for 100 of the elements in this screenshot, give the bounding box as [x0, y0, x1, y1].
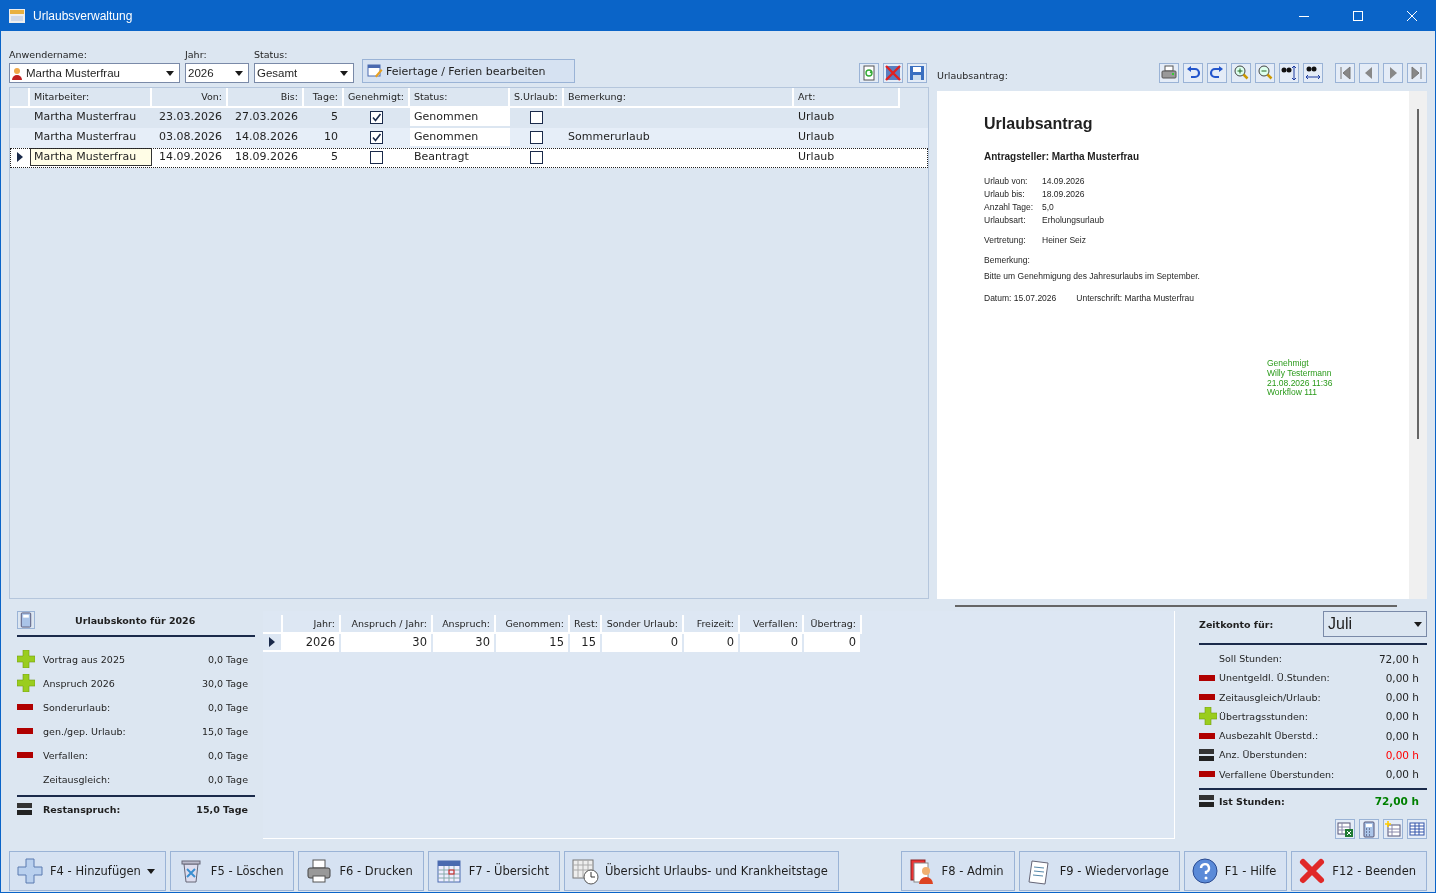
table-row[interactable]: 2026 30 30 15 15 0 0 0 0	[263, 634, 1174, 652]
status-dropdown[interactable]: Gesamt	[254, 63, 354, 83]
table-cell-text: 23.03.2026	[158, 109, 223, 125]
hours-value: 0,00 h	[1385, 729, 1419, 742]
excel-export-button[interactable]	[1335, 819, 1355, 839]
checkbox[interactable]	[369, 110, 383, 124]
app-icon	[9, 9, 25, 23]
table-cell-text: Urlaub	[797, 149, 836, 165]
account-value: 15,0 Tage	[201, 725, 248, 737]
print-button[interactable]	[1159, 63, 1179, 83]
zoom-in-icon	[1232, 64, 1250, 82]
toolbar-button[interactable]: F9 - Wiedervorlage	[1018, 851, 1180, 891]
delete-button[interactable]	[883, 63, 903, 83]
save-button[interactable]	[907, 63, 927, 83]
checkbox[interactable]	[529, 150, 543, 164]
table-cell-text: 5	[330, 109, 339, 125]
table-cell: 15	[570, 634, 602, 652]
refresh-button[interactable]	[859, 63, 879, 83]
checkbox[interactable]	[529, 110, 543, 124]
zoom-out-button[interactable]	[1255, 63, 1275, 83]
remark-text: Bitte um Genehmigung des Jahresurlaubs im September.	[984, 271, 1201, 281]
previous-page-button[interactable]	[1359, 63, 1379, 83]
toolbar-button[interactable]: F1 - Hilfe	[1183, 851, 1288, 891]
field-value: 5,0	[1042, 202, 1055, 212]
month-dropdown[interactable]: Juli	[1323, 611, 1427, 637]
hours-value: 72,00 h	[1374, 795, 1419, 808]
calendar-icon	[434, 857, 463, 885]
approval-stamp-line: 21.08.2026 11:36	[1267, 378, 1334, 388]
undo-button[interactable]	[1183, 63, 1203, 83]
checkbox[interactable]	[529, 130, 543, 144]
checkbox[interactable]	[369, 130, 383, 144]
column-header: Von:	[152, 88, 228, 108]
fit-height-button[interactable]	[1279, 63, 1299, 83]
table-row[interactable]: Martha Musterfrau 03.08.2026 14.08.2026 10 Genommen Sommerurlaub Urlaub	[10, 128, 928, 148]
scrollbar[interactable]	[1417, 109, 1419, 439]
toolbar-button[interactable]: F8 - Admin	[900, 851, 1015, 891]
calculator-button[interactable]	[1359, 819, 1379, 839]
account-value: 0,0 Tage	[207, 773, 248, 785]
fit-width-button[interactable]	[1303, 63, 1323, 83]
field-value: Erholungsurlaub	[1042, 215, 1104, 225]
help-icon	[1190, 857, 1219, 885]
time-account-label: Zeitkonto für:	[1199, 618, 1274, 630]
user-dropdown[interactable]: Martha Musterfrau	[9, 63, 180, 83]
column-header: Mitarbeiter:	[30, 88, 152, 108]
toolbar-button[interactable]: F6 - Drucken	[298, 851, 424, 891]
table-cell-text: 10	[323, 129, 339, 145]
table-cell: 0	[684, 634, 740, 652]
hours-label: Zeitausgleich/Urlaub:	[1219, 691, 1322, 703]
close-icon	[1298, 857, 1327, 885]
table-row[interactable]: Martha Musterfrau 23.03.2026 27.03.2026 5 Genommen Urlaub	[10, 108, 928, 128]
first-page-button[interactable]	[1335, 63, 1355, 83]
field-label: Jahr:	[185, 49, 208, 60]
column-header: Tage:	[304, 88, 344, 108]
applicant-text: Antragsteller: Martha Musterfrau	[984, 151, 1141, 162]
fit-height-icon	[1280, 64, 1298, 82]
next-page-button[interactable]	[1383, 63, 1403, 83]
toolbar-button[interactable]: F7 - Übersicht	[427, 851, 560, 891]
checkbox[interactable]	[369, 150, 383, 164]
account-value: 0,0 Tage	[207, 653, 248, 665]
account-title: Urlaubskonto für 2026	[75, 614, 196, 626]
caret-icon	[340, 70, 348, 76]
table-cell-text: Martha Musterfrau	[33, 129, 138, 145]
column-header: S.Urlaub:	[510, 88, 564, 108]
new-table-button[interactable]	[1383, 819, 1403, 839]
scrollbar[interactable]	[955, 605, 1397, 607]
table-cell-text: Martha Musterfrau	[33, 109, 138, 125]
new-table-icon	[1384, 820, 1402, 838]
account-label: gen./gep. Urlaub:	[43, 725, 127, 737]
refresh-icon	[860, 64, 878, 82]
table-button[interactable]	[1407, 819, 1427, 839]
printer-icon	[305, 857, 334, 885]
row-pointer-icon	[17, 152, 23, 162]
table-cell: 30	[433, 634, 496, 652]
account-label: Zeitausgleich:	[43, 773, 112, 785]
equals-icon	[17, 803, 32, 815]
table-cell: 0	[602, 634, 684, 652]
toolbar-button[interactable]: Übersicht Urlaubs- und Krankheitstage	[563, 851, 839, 891]
holidays-button[interactable]: Feiertage / Ferien bearbeiten	[362, 59, 575, 83]
last-page-button[interactable]	[1407, 63, 1427, 83]
column-header: Bemerkung:	[564, 88, 794, 108]
table-cell-text: 5	[330, 149, 339, 165]
account-label: Vortrag aus 2025	[43, 653, 126, 665]
caret-icon	[166, 70, 174, 76]
toolbar-button[interactable]: F4 - Hinzufügen	[9, 851, 166, 891]
year-dropdown[interactable]: 2026	[185, 63, 249, 83]
table-row[interactable]: Martha Musterfrau 14.09.2026 18.09.2026 5 Beantragt Urlaub	[10, 148, 928, 168]
table-icon	[1408, 820, 1426, 838]
delete-icon	[884, 64, 902, 82]
field-value: 14.09.2026	[1042, 176, 1086, 186]
field-label: Urlaub bis:	[984, 189, 1026, 199]
zoom-in-button[interactable]	[1231, 63, 1251, 83]
field-label: Anwendername:	[9, 49, 88, 60]
redo-button[interactable]	[1207, 63, 1227, 83]
preview-label: Urlaubsantrag:	[937, 70, 1008, 81]
toolbar-button[interactable]: F12 - Beenden	[1291, 851, 1427, 891]
column-header: Bis:	[228, 88, 304, 108]
table-cell: Martha Musterfrau	[30, 148, 152, 166]
toolbar-button[interactable]: F5 - Löschen	[169, 851, 295, 891]
table-cell: 2026	[283, 634, 341, 652]
fit-width-icon	[1304, 64, 1322, 82]
